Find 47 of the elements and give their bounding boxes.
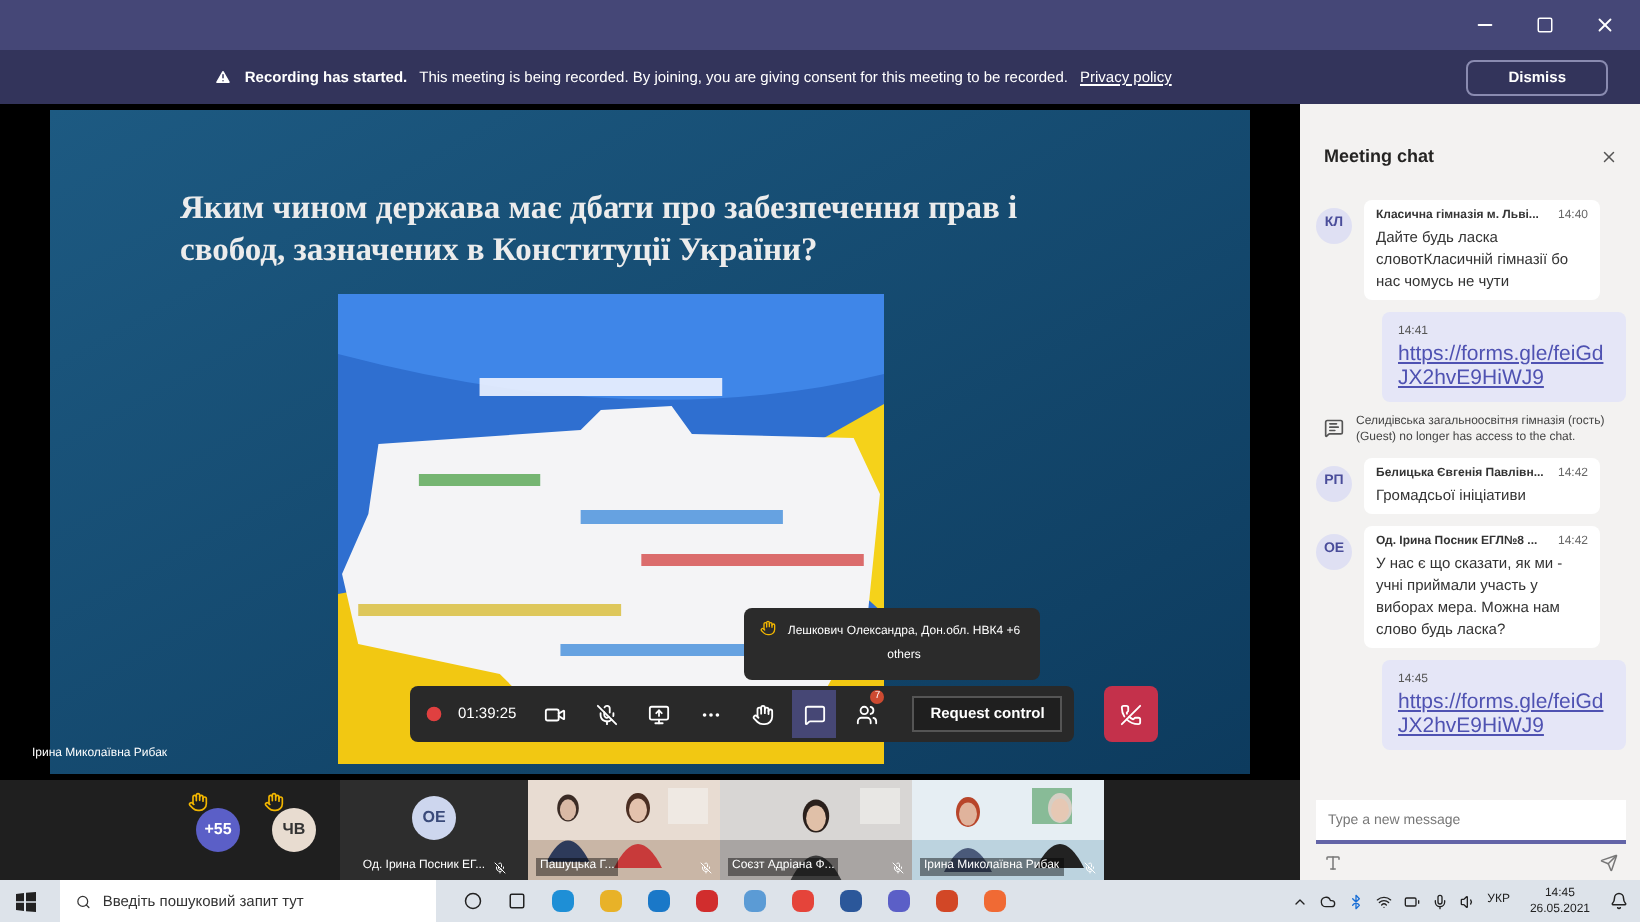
bluetooth-icon[interactable] bbox=[1347, 893, 1364, 909]
microphone-muted-icon bbox=[1084, 861, 1096, 873]
hang-up-icon bbox=[1120, 703, 1142, 725]
cloud-icon[interactable] bbox=[1319, 893, 1336, 909]
wifi-icon[interactable] bbox=[1375, 893, 1392, 909]
app-icon[interactable] bbox=[552, 890, 574, 912]
hand-icon bbox=[760, 620, 776, 636]
microphone-muted-icon bbox=[892, 861, 904, 873]
format-icon[interactable] bbox=[1324, 853, 1342, 871]
search-icon bbox=[76, 893, 91, 909]
battery-icon[interactable] bbox=[1403, 893, 1420, 909]
app-icon[interactable] bbox=[648, 890, 670, 912]
link[interactable]: https://forms.gle/feiGdJX2hvE9HiWJ9 bbox=[1398, 341, 1610, 389]
avatar: ЧВ bbox=[272, 808, 316, 852]
avatar: ОЕ bbox=[412, 796, 456, 840]
chat-title: Meeting chat bbox=[1324, 144, 1435, 170]
camera-icon bbox=[543, 703, 566, 725]
close-icon[interactable] bbox=[1600, 148, 1618, 167]
recording-icon bbox=[426, 706, 442, 722]
microphone-muted-icon bbox=[700, 861, 712, 873]
share-screen-icon bbox=[647, 703, 670, 725]
hang-up-button[interactable] bbox=[1104, 686, 1158, 742]
app-icon[interactable] bbox=[936, 890, 958, 912]
microphone-muted-icon bbox=[595, 703, 618, 725]
app-icon[interactable] bbox=[792, 890, 814, 912]
notifications-icon[interactable] bbox=[1610, 892, 1628, 910]
send-icon[interactable] bbox=[1600, 853, 1618, 871]
task-view-icon[interactable] bbox=[508, 892, 526, 910]
slide-title: Яким чином держава має дбати про забезпечення прав і свобод, зазначених в Конституції України? bbox=[180, 186, 1020, 270]
app-icon[interactable] bbox=[840, 890, 862, 912]
close-icon[interactable] bbox=[1594, 14, 1616, 36]
windows-logo-icon[interactable] bbox=[16, 891, 36, 911]
microphone-icon[interactable] bbox=[1431, 893, 1448, 909]
link[interactable]: https://forms.gle/feiGdJX2hvE9HiWJ9 bbox=[1398, 689, 1610, 737]
hand-icon bbox=[751, 703, 774, 725]
chat-access-icon bbox=[1324, 417, 1344, 437]
maximize-icon[interactable] bbox=[1536, 16, 1554, 34]
chat-button[interactable] bbox=[792, 690, 837, 738]
people-icon bbox=[855, 703, 878, 725]
app-icon[interactable] bbox=[696, 890, 718, 912]
speaker-icon[interactable] bbox=[1459, 893, 1476, 909]
chat-icon bbox=[803, 703, 826, 725]
avatar: +55 bbox=[196, 808, 240, 852]
microphone-muted-icon bbox=[493, 861, 506, 873]
app-icon[interactable] bbox=[888, 890, 910, 912]
warning-icon bbox=[214, 68, 233, 86]
cortana-icon[interactable] bbox=[464, 892, 482, 910]
